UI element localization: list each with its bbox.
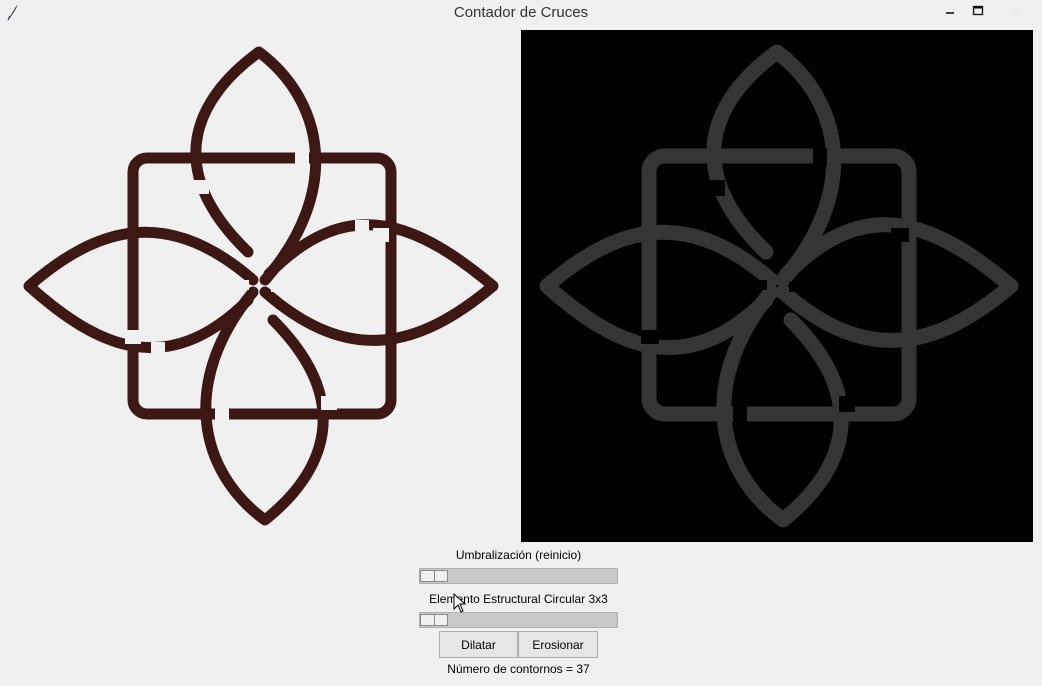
celtic-knot-processed	[539, 44, 1019, 528]
structuring-element-slider-handle[interactable]	[420, 614, 448, 626]
structuring-element-slider[interactable]	[419, 612, 618, 628]
original-image-canvas	[3, 30, 515, 542]
erode-button[interactable]: Erosionar	[518, 631, 598, 658]
mouse-cursor-icon	[453, 592, 467, 618]
threshold-slider-handle[interactable]	[420, 570, 448, 582]
threshold-label: Umbralización (reinicio)	[455, 548, 582, 562]
dilate-button[interactable]: Dilatar	[439, 631, 518, 658]
minimize-button[interactable]	[935, 0, 965, 22]
window-title: Contador de Cruces	[453, 4, 589, 21]
contour-count-text: Número de contornos = 37	[447, 662, 590, 676]
threshold-slider[interactable]	[419, 568, 618, 584]
title-bar: Contador de Cruces	[0, 0, 1042, 26]
processed-image-canvas	[521, 30, 1033, 542]
celtic-knot-original	[23, 46, 499, 526]
maximize-button[interactable]	[963, 0, 993, 22]
close-button[interactable]	[1000, 0, 1032, 22]
structuring-element-label: Elemento Estructural Circular 3x3	[429, 592, 608, 606]
